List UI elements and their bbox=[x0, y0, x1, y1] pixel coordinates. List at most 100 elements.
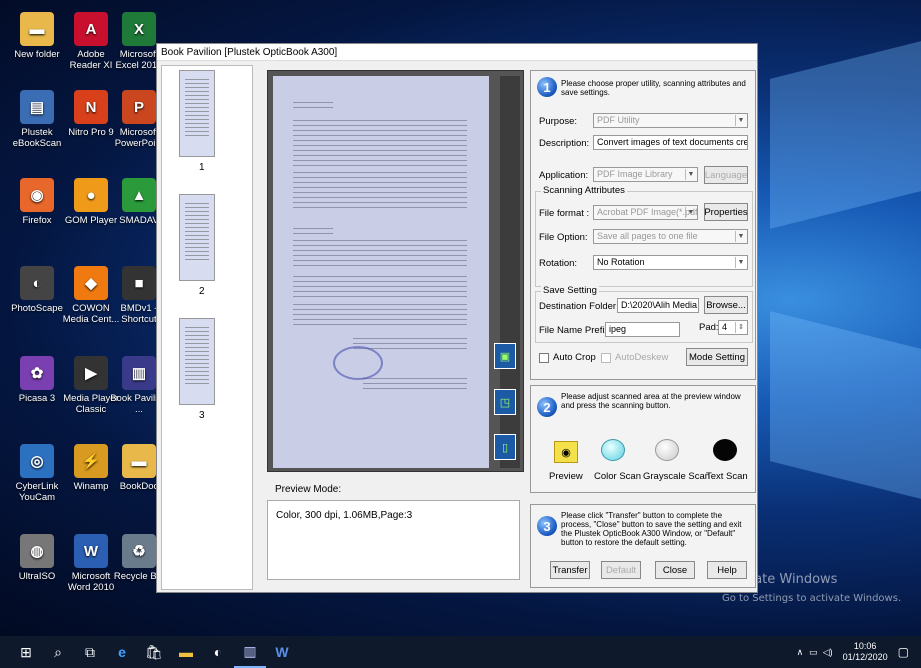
browse-button[interactable]: Browse... bbox=[704, 296, 748, 314]
chevron-down-icon: ▼ bbox=[735, 231, 746, 242]
desktop-icon[interactable]: ◐ PhotoScape bbox=[8, 266, 66, 314]
color-scan-label[interactable]: Color Scan bbox=[594, 471, 641, 482]
book-pavilion-icon[interactable]: ▥ bbox=[234, 636, 266, 668]
chevron-down-icon: ▼ bbox=[735, 257, 746, 268]
page-text bbox=[363, 378, 467, 392]
step2-hint: Please adjust scanned area at the previe… bbox=[561, 392, 741, 410]
pad-stepper[interactable]: 4 ⇕ bbox=[718, 320, 748, 335]
fit-page-icon[interactable]: ▣ bbox=[494, 343, 516, 369]
windows-icon[interactable]: ⊞ bbox=[10, 636, 42, 668]
file-format-value: Acrobat PDF Image(*.pdf) bbox=[597, 207, 698, 217]
stamp-image bbox=[333, 346, 383, 380]
desktop-icon[interactable]: ◉ Firefox bbox=[8, 178, 66, 226]
language-button[interactable]: Language bbox=[704, 166, 748, 184]
explorer-icon[interactable]: ▬ bbox=[170, 636, 202, 668]
file-format-select[interactable]: Acrobat PDF Image(*.pdf) ▼ bbox=[593, 205, 698, 220]
search-icon[interactable]: ⌕ bbox=[42, 636, 74, 668]
file-name-prefix-field[interactable]: ipeg bbox=[605, 322, 680, 337]
stepper-arrows-icon[interactable]: ⇕ bbox=[735, 322, 746, 333]
app-icon: ● bbox=[74, 178, 108, 212]
word-icon[interactable]: W bbox=[266, 636, 298, 668]
desktop-icon-label: Firefox bbox=[22, 215, 52, 226]
volume-icon[interactable]: ◁) bbox=[823, 647, 833, 658]
preview-mode-label: Preview Mode: bbox=[275, 484, 342, 495]
purpose-select[interactable]: PDF Utility ▼ bbox=[593, 113, 748, 128]
file-name-prefix-label: File Name Prefix: bbox=[539, 325, 612, 336]
system-tray: ∧ ▭ ◁) 10:06 01/12/2020 ▢ bbox=[797, 636, 921, 668]
step-1-icon: 1 bbox=[537, 77, 557, 97]
rotation-select[interactable]: No Rotation ▼ bbox=[593, 255, 748, 270]
page-text bbox=[293, 102, 333, 108]
thumbnail-page-3[interactable] bbox=[179, 318, 215, 405]
thumbnail-panel[interactable]: 1 2 3 bbox=[161, 65, 253, 590]
destination-folder-field[interactable]: D:\2020\Alih Media Tiap Bi bbox=[617, 298, 699, 313]
pad-value: 4 bbox=[722, 322, 728, 332]
file-option-select[interactable]: Save all pages to one file ▼ bbox=[593, 229, 748, 244]
desktop-icon[interactable]: ✿ Picasa 3 bbox=[8, 356, 66, 404]
edge-icon[interactable]: e bbox=[106, 636, 138, 668]
thumbnail-page-2[interactable] bbox=[179, 194, 215, 281]
help-button[interactable]: Help bbox=[707, 561, 747, 579]
app-icon: N bbox=[74, 90, 108, 124]
auto-crop-checkbox[interactable] bbox=[539, 353, 549, 363]
chevron-up-icon[interactable]: ∧ bbox=[797, 647, 804, 658]
photoscape-icon[interactable]: ◐ bbox=[202, 636, 234, 668]
network-icon[interactable]: ▭ bbox=[809, 647, 818, 658]
preview-label[interactable]: Preview bbox=[549, 471, 583, 482]
book-pavilion-window: Book Pavilion [Plustek OpticBook A300] 1… bbox=[156, 43, 758, 593]
thumbnail-number: 1 bbox=[199, 162, 205, 173]
auto-deskew-label: AutoDeskew bbox=[615, 352, 669, 363]
crop-area-icon[interactable]: ◳ bbox=[494, 389, 516, 415]
thumbnail-number: 3 bbox=[199, 410, 205, 421]
app-icon: ◎ bbox=[20, 444, 54, 478]
step-2-icon: 2 bbox=[537, 397, 557, 417]
app-icon: X bbox=[122, 12, 156, 46]
destination-folder-label: Destination Folder: bbox=[539, 301, 619, 312]
page-text bbox=[293, 228, 333, 234]
desktop-icon-label: Plustek eBookScan bbox=[12, 127, 62, 149]
close-button[interactable]: Close bbox=[655, 561, 695, 579]
page-text bbox=[293, 172, 467, 210]
notification-icon[interactable]: ▢ bbox=[898, 645, 909, 659]
desktop-icon[interactable]: ▬ New folder bbox=[8, 12, 66, 60]
description-field: Convert images of text documents created… bbox=[593, 135, 748, 150]
app-icon: ■ bbox=[122, 266, 156, 300]
step3-panel: 3 Please click "Transfer" button to comp… bbox=[530, 504, 756, 588]
rotate-page-icon[interactable]: ▯ bbox=[494, 434, 516, 460]
thumbnail-page-1[interactable] bbox=[179, 70, 215, 157]
desktop-icon-label: PhotoScape bbox=[11, 303, 63, 314]
desktop-icon[interactable]: ▤ Plustek eBookScan bbox=[8, 90, 66, 149]
desktop-icon[interactable]: ◍ UltraISO bbox=[8, 534, 66, 582]
preview-area[interactable]: ▣ ◳ ▯ bbox=[267, 70, 524, 472]
pad-label: Pad: bbox=[699, 322, 719, 333]
desktop-icon[interactable]: ◎ CyberLink YouCam bbox=[8, 444, 66, 503]
file-option-label: File Option: bbox=[539, 232, 588, 243]
wallpaper-beam bbox=[770, 41, 921, 229]
step1-hint: Please choose proper utility, scanning a… bbox=[561, 79, 746, 97]
color-scan-icon[interactable] bbox=[601, 439, 625, 461]
transfer-button[interactable]: Transfer bbox=[550, 561, 590, 579]
save-setting-label: Save Setting bbox=[541, 285, 599, 296]
task-view-icon[interactable]: ⧉ bbox=[74, 636, 106, 668]
app-icon: ◆ bbox=[74, 266, 108, 300]
grayscale-scan-label[interactable]: Grayscale Scan bbox=[643, 471, 710, 482]
text-scan-icon[interactable] bbox=[713, 439, 737, 461]
auto-deskew-checkbox[interactable] bbox=[601, 353, 611, 363]
mode-setting-button[interactable]: Mode Setting bbox=[686, 348, 748, 366]
application-label: Application: bbox=[539, 170, 589, 181]
app-icon: ◍ bbox=[20, 534, 54, 568]
store-icon[interactable]: 🛍 bbox=[138, 636, 170, 668]
application-select[interactable]: PDF Image Library ▼ bbox=[593, 167, 698, 182]
properties-button[interactable]: Properties bbox=[704, 203, 748, 221]
activate-windows-subtitle: Go to Settings to activate Windows. bbox=[722, 593, 902, 604]
default-button[interactable]: Default bbox=[601, 561, 641, 579]
app-icon: W bbox=[74, 534, 108, 568]
clock-date: 01/12/2020 bbox=[842, 652, 888, 662]
chevron-down-icon: ▼ bbox=[735, 115, 746, 126]
preview-mode-value: Color, 300 dpi, 1.06MB,Page:3 bbox=[276, 510, 413, 521]
clock[interactable]: 10:06 01/12/2020 bbox=[843, 641, 888, 663]
chevron-down-icon: ▼ bbox=[685, 169, 696, 180]
text-scan-label[interactable]: Text Scan bbox=[706, 471, 748, 482]
grayscale-scan-icon[interactable] bbox=[655, 439, 679, 461]
preview-icon[interactable]: ◉ bbox=[554, 441, 578, 463]
